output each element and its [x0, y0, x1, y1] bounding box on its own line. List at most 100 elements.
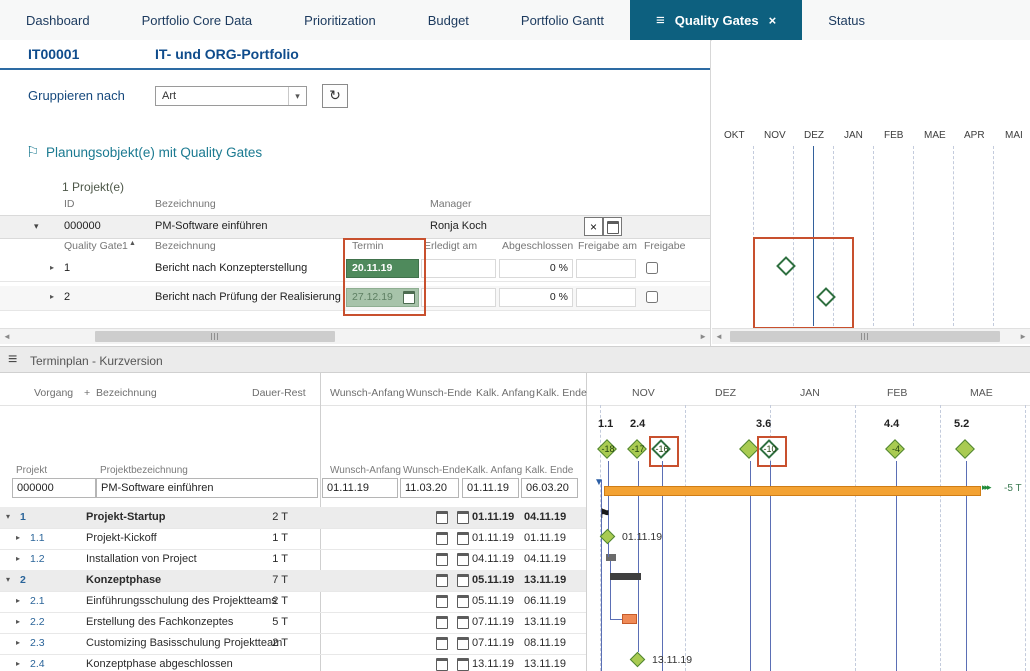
- task-row-1[interactable]: ▾ 1 Projekt-Startup 2 T 01.11.19 04.11.1…: [0, 507, 586, 529]
- calendar-icon[interactable]: [436, 511, 448, 524]
- project-row[interactable]: ▾ 000000 PM-Software einführen Ronja Koc…: [0, 215, 710, 239]
- scroll-left-icon[interactable]: ◄: [3, 332, 11, 341]
- tab-portfolio-core-data[interactable]: Portfolio Core Data: [116, 0, 279, 40]
- chevron-down-icon[interactable]: ▾: [288, 87, 306, 105]
- horizontal-scrollbar-right[interactable]: ◄ ►: [712, 328, 1030, 344]
- col-dauer-rest[interactable]: Dauer-Rest: [252, 387, 306, 399]
- expand-icon[interactable]: ▸: [50, 292, 54, 301]
- scroll-right-icon[interactable]: ►: [699, 332, 707, 341]
- project-summary-bar[interactable]: [604, 486, 981, 496]
- gate-milestone-2[interactable]: [816, 287, 838, 309]
- collapse-icon[interactable]: ▾: [34, 221, 39, 232]
- milestone-minus4[interactable]: -4: [885, 439, 907, 461]
- freigabe-checkbox[interactable]: [646, 262, 658, 274]
- expand-icon[interactable]: ▸: [16, 659, 20, 668]
- konzeptphase-summary-bar[interactable]: [610, 573, 641, 580]
- col-bezeichnung[interactable]: Bezeichnung: [155, 240, 216, 252]
- col-quality-gate[interactable]: Quality Gate: [64, 240, 122, 252]
- calendar-icon[interactable]: [436, 574, 448, 587]
- milestone-5-2[interactable]: [955, 439, 977, 461]
- milestone-minus17[interactable]: -17: [627, 439, 649, 461]
- tab-status[interactable]: Status: [802, 0, 891, 40]
- erledigt-am-field[interactable]: [421, 259, 496, 278]
- col-erledigt-am[interactable]: Erledigt am: [424, 240, 477, 252]
- clear-button[interactable]: ×: [584, 217, 603, 236]
- scrollbar-thumb[interactable]: [95, 331, 335, 342]
- kalk-anfang-cell[interactable]: 01.11.19: [462, 478, 519, 498]
- calendar-icon[interactable]: [457, 658, 469, 671]
- termin-date-field[interactable]: 27.12.19: [346, 288, 419, 307]
- calendar-button[interactable]: [603, 217, 622, 236]
- termin-date-field[interactable]: 20.11.19: [346, 259, 419, 278]
- task-row-2-1[interactable]: ▸ 2.1 Einführungsschulung des Projekttea…: [0, 591, 586, 613]
- groupby-dropdown[interactable]: Art ▾: [155, 86, 307, 106]
- tab-budget[interactable]: Budget: [402, 0, 495, 40]
- expand-icon[interactable]: ▸: [16, 596, 20, 605]
- col-vorgang[interactable]: Vorgang: [34, 387, 73, 399]
- expand-icon[interactable]: ▸: [16, 533, 20, 542]
- task-row-1-2[interactable]: ▸ 1.2 Installation von Project 1 T 04.11…: [0, 549, 586, 571]
- hamburger-menu-icon[interactable]: ≡: [8, 351, 17, 369]
- scroll-right-icon[interactable]: ►: [1019, 332, 1027, 341]
- col-kalk-anfang[interactable]: Kalk. Anfang: [476, 387, 535, 399]
- refresh-button[interactable]: ↻: [322, 84, 348, 108]
- expand-icon[interactable]: ▸: [16, 617, 20, 626]
- gate-row-1[interactable]: ▸ 1 Bericht nach Konzepterstellung 20.11…: [0, 257, 710, 282]
- col-wunsch-ende[interactable]: Wunsch-Ende: [406, 387, 472, 399]
- col-freigabe[interactable]: Freigabe: [644, 240, 685, 252]
- collapse-icon[interactable]: ▾: [6, 575, 10, 584]
- calendar-icon[interactable]: [457, 511, 469, 524]
- konzeptphase-end-milestone[interactable]: [628, 650, 648, 670]
- task-row-1-1[interactable]: ▸ 1.1 Projekt-Kickoff 1 T 01.11.19 01.11…: [0, 528, 586, 550]
- wunsch-anfang-cell[interactable]: 01.11.19: [322, 478, 398, 498]
- milestone-minus18[interactable]: -18: [597, 439, 619, 461]
- calendar-icon[interactable]: [457, 595, 469, 608]
- freigabe-am-field[interactable]: [576, 259, 636, 278]
- milestone-minus10[interactable]: -10: [759, 439, 781, 461]
- tab-prioritization[interactable]: Prioritization: [278, 0, 402, 40]
- horizontal-scrollbar-left[interactable]: ◄ ►: [0, 328, 710, 344]
- hamburger-menu-icon[interactable]: ≡: [656, 13, 665, 28]
- freigabe-checkbox[interactable]: [646, 291, 658, 303]
- col-freigabe-am[interactable]: Freigabe am: [578, 240, 637, 252]
- calendar-icon[interactable]: [457, 637, 469, 650]
- expand-icon[interactable]: ▸: [50, 263, 54, 272]
- calendar-icon[interactable]: [457, 553, 469, 566]
- collapse-icon[interactable]: ▾: [6, 512, 10, 521]
- calendar-icon[interactable]: [457, 616, 469, 629]
- phase-start-flag-icon[interactable]: ⚑: [599, 506, 611, 522]
- kalk-ende-cell[interactable]: 06.03.20: [521, 478, 578, 498]
- erledigt-am-field[interactable]: [421, 288, 496, 307]
- tab-quality-gates-active[interactable]: ≡ Quality Gates ×: [630, 0, 803, 40]
- task-row-2-4[interactable]: ▸ 2.4 Konzeptphase abgeschlossen 13.11.1…: [0, 654, 586, 671]
- expand-icon[interactable]: ▸: [16, 638, 20, 647]
- gate-milestone-1[interactable]: [776, 256, 798, 278]
- col-termin[interactable]: Termin: [352, 240, 384, 252]
- calendar-icon[interactable]: [403, 291, 415, 304]
- tab-portfolio-gantt[interactable]: Portfolio Gantt: [495, 0, 630, 40]
- scrollbar-thumb[interactable]: [730, 331, 1000, 342]
- calendar-icon[interactable]: [436, 637, 448, 650]
- expand-all-control[interactable]: +: [84, 387, 90, 399]
- col-wunsch-anfang[interactable]: Wunsch-Anfang: [330, 387, 405, 399]
- calendar-icon[interactable]: [436, 616, 448, 629]
- gate-row-2[interactable]: ▸ 2 Bericht nach Prüfung der Realisierun…: [0, 286, 710, 311]
- milestone-minus16[interactable]: -16: [651, 439, 673, 461]
- calendar-icon[interactable]: [436, 595, 448, 608]
- calendar-icon[interactable]: [436, 658, 448, 671]
- col-kalk-ende[interactable]: Kalk. Ende: [536, 387, 587, 399]
- calendar-icon[interactable]: [457, 574, 469, 587]
- wunsch-ende-cell[interactable]: 11.03.20: [400, 478, 459, 498]
- calendar-icon[interactable]: [457, 532, 469, 545]
- task-bar-fachkonzept[interactable]: [622, 614, 637, 624]
- calendar-icon[interactable]: [436, 532, 448, 545]
- calendar-icon[interactable]: [436, 553, 448, 566]
- freigabe-am-field[interactable]: [576, 288, 636, 307]
- col-bezeichnung[interactable]: Bezeichnung: [96, 387, 157, 399]
- col-abgeschlossen[interactable]: Abgeschlossen: [502, 240, 573, 252]
- task-row-2-3[interactable]: ▸ 2.3 Customizing Basisschulung Projektt…: [0, 633, 586, 655]
- close-tab-icon[interactable]: ×: [769, 14, 777, 27]
- task-row-2[interactable]: ▾ 2 Konzeptphase 7 T 05.11.19 13.11.19: [0, 570, 586, 592]
- tab-dashboard[interactable]: Dashboard: [0, 0, 116, 40]
- project-id-cell[interactable]: 000000: [12, 478, 96, 498]
